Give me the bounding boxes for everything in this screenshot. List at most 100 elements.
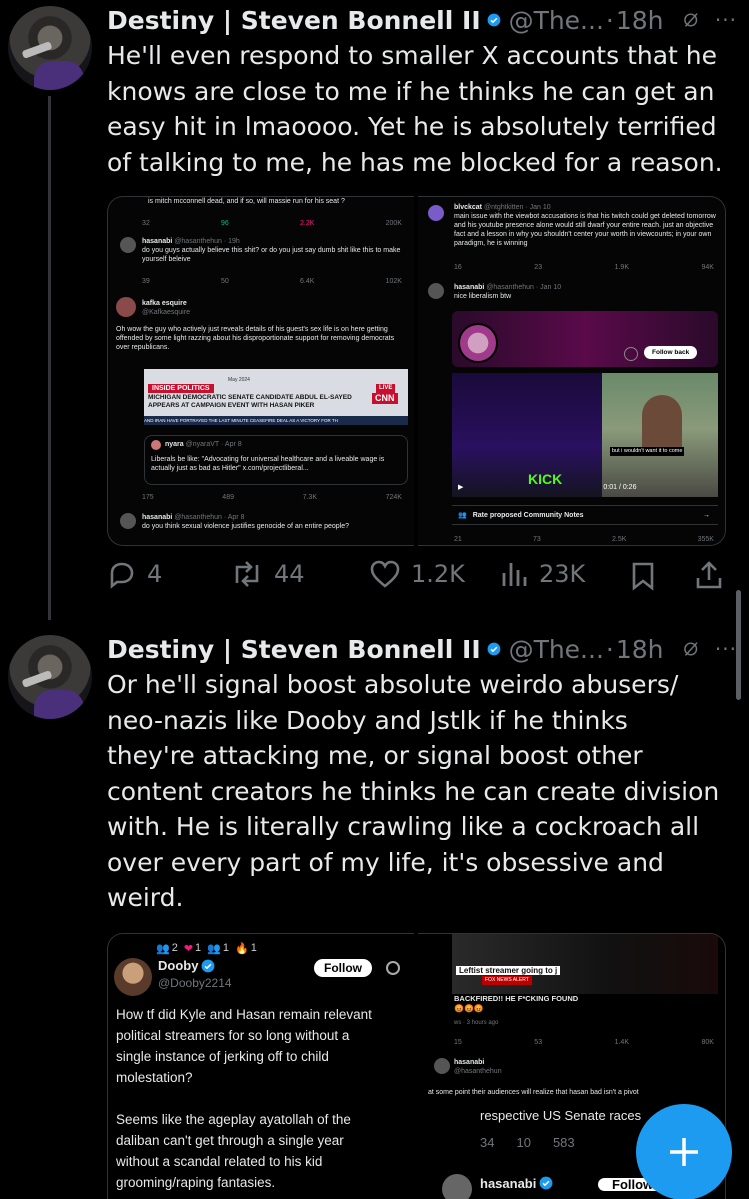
text-line: How tf did Kyle and Hasan remain relevan…	[116, 1007, 372, 1022]
follow-back-button[interactable]: Follow back	[644, 346, 698, 359]
repost-count: 50	[221, 278, 229, 285]
mini-handle: @ntghtkitten · Jan 10	[483, 204, 551, 211]
reply-button[interactable]: 4	[107, 559, 162, 589]
reply-count: 15	[454, 1039, 462, 1046]
author-handle[interactable]: @The...	[509, 6, 604, 35]
author-handle[interactable]: @The...	[509, 635, 604, 664]
author-name[interactable]: Destiny | Steven Bonnell II	[107, 6, 481, 35]
notif-count: 1	[222, 942, 229, 954]
text-line: daliban can't get through a single year	[116, 1133, 344, 1148]
text-line: He'll even respond to smaller X accounts…	[107, 41, 718, 70]
dooby-text: How tf did Kyle and Hasan remain relevan…	[116, 1004, 412, 1193]
heart-icon: ❤	[183, 942, 194, 955]
repost-count: 53	[534, 1039, 543, 1046]
mini-name: hasanabi	[480, 1175, 537, 1191]
stats-row: 39 50 6.4K 102K	[142, 277, 402, 286]
author-name[interactable]: Destiny | Steven Bonnell II	[107, 635, 481, 664]
repost-count: 73	[533, 536, 541, 543]
fox-top-text: Leftist streamer going to j	[456, 966, 561, 975]
follow-button[interactable]: Follow	[314, 959, 372, 977]
mini-name: hasanabi	[454, 284, 485, 291]
text-line: neo-nazis like Dooby and Jstlk if he thi…	[107, 705, 628, 735]
grok-icon[interactable]	[682, 5, 699, 35]
video-time: 0:01 / 0:26	[603, 483, 637, 491]
community-notes-label: Rate proposed Community Notes	[472, 511, 584, 519]
grok-icon[interactable]	[386, 961, 400, 975]
cnn-headline-line: MICHIGAN DEMOCRATIC SENATE CANDIDATE ABD…	[148, 394, 352, 401]
mini-avatar	[428, 205, 444, 221]
notif-count: 1	[195, 942, 202, 954]
fox-banner: FOX NEWS ALERT	[482, 976, 532, 985]
mini-text: Liberals be like: "Advocating for univer…	[151, 456, 385, 472]
mini-handle: @hasanthehun	[454, 1068, 502, 1075]
mini-tweet: hasanabi @hasanthehun	[454, 1058, 716, 1076]
timestamp[interactable]: 18h	[616, 6, 664, 35]
dooby-name: Dooby	[158, 958, 199, 973]
mini-avatar	[428, 283, 444, 299]
mini-name: hasanabi	[142, 238, 173, 245]
repost-button[interactable]: 44	[230, 559, 305, 589]
mini-handle: @hasanthehun · 19h	[174, 238, 240, 245]
repost-count: 23	[534, 264, 543, 271]
avatar[interactable]	[8, 6, 92, 90]
compose-button[interactable]	[636, 1104, 732, 1199]
dooby-handle: @Dooby2214	[158, 976, 232, 990]
repost-icon	[235, 561, 259, 587]
text-line: of talking to me, he has me blocked for …	[107, 147, 723, 177]
message-icon[interactable]	[624, 347, 638, 361]
mini-name: kafka esquire	[142, 300, 187, 307]
mini-text: at some point their audiences will reali…	[428, 1089, 639, 1096]
mini-name-row: hasanabi	[480, 1176, 553, 1190]
reply-count: 34	[480, 1135, 495, 1150]
views-button[interactable]: 23K	[499, 559, 585, 589]
like-count: 2.5K	[612, 536, 627, 543]
mini-tweet: hasanabi @hasanthehun · 19h do you guys …	[142, 237, 404, 264]
mini-avatar	[442, 1174, 472, 1199]
bookmark-icon[interactable]	[631, 561, 655, 591]
text-line: grooming/raping fantasies.	[116, 1175, 276, 1190]
mini-avatar	[120, 513, 136, 529]
more-options-icon[interactable]: ···	[715, 637, 737, 661]
more-options-icon[interactable]: ···	[715, 8, 737, 32]
view-count: 80K	[701, 1039, 714, 1046]
text-line: content creators he thinks he can create…	[107, 776, 720, 806]
text-line: weird.	[107, 883, 184, 912]
like-button[interactable]: 1.2K	[369, 559, 465, 589]
media-image-left[interactable]: is mitch mcconnell dead, and if so, will…	[107, 196, 414, 546]
media-image-left[interactable]: 👥 2 ❤ 1 👥 1 🔥 1 Dooby @Dooby2214 Follow How …	[107, 933, 414, 1199]
video-caption: but i wouldn't want it to come	[610, 447, 685, 456]
text-line: without a scandal related to his kid	[116, 1154, 323, 1169]
mini-name: hasanabi	[454, 1059, 485, 1066]
fox-emojis: 😡😡😡	[454, 1004, 484, 1013]
repost-count: 10	[516, 1135, 531, 1150]
scrollbar[interactable]	[736, 590, 741, 700]
media-image-right[interactable]: blvckcat @ntghtkitten · Jan 10 main issu…	[418, 196, 726, 546]
plus-icon	[670, 1138, 698, 1166]
mini-tweet: hasanabi @hasanthehun · Apr 8 do you thi…	[142, 513, 404, 531]
like-count: 1.4K	[614, 1039, 629, 1046]
mini-handle: @hasanthehun · Jan 10	[486, 284, 562, 291]
community-notes-row[interactable]: 👥 Rate proposed Community Notes →	[452, 505, 718, 525]
avatar[interactable]	[8, 635, 92, 719]
view-count: 200K	[385, 220, 402, 227]
mini-text: main issue with the viewbot accusations …	[454, 213, 716, 247]
cnn-headline: MICHIGAN DEMOCRATIC SENATE CANDIDATE ABD…	[148, 394, 368, 410]
play-icon[interactable]: ▶	[458, 483, 463, 492]
fox-time: ws · 3 hours ago	[454, 1020, 499, 1026]
verified-badge-icon	[487, 642, 500, 656]
view-count: 23K	[539, 560, 586, 588]
video-controls[interactable]: ▶ 0:01 / 0:26	[452, 479, 718, 495]
stats-row: 15 53 1.4K 80K	[454, 1038, 714, 1047]
verified-badge-icon	[202, 959, 215, 972]
separator: ·	[605, 634, 614, 664]
cnn-logo: CNN	[372, 393, 398, 404]
cnn-headline-line: APPEARS AT CAMPAIGN EVENT WITH HASAN PIK…	[148, 402, 315, 409]
grok-icon[interactable]	[682, 634, 699, 664]
timestamp[interactable]: 18h	[616, 635, 664, 664]
like-count: 1.2K	[411, 560, 465, 588]
share-icon[interactable]	[695, 560, 723, 590]
woman-figure	[642, 395, 682, 455]
notif-count: 1	[250, 942, 257, 954]
quoted-text: is mitch mcconnell dead, and if so, will…	[148, 198, 345, 205]
mini-tweet: hasanabi @hasanthehun · Jan 10 nice libe…	[454, 283, 716, 301]
